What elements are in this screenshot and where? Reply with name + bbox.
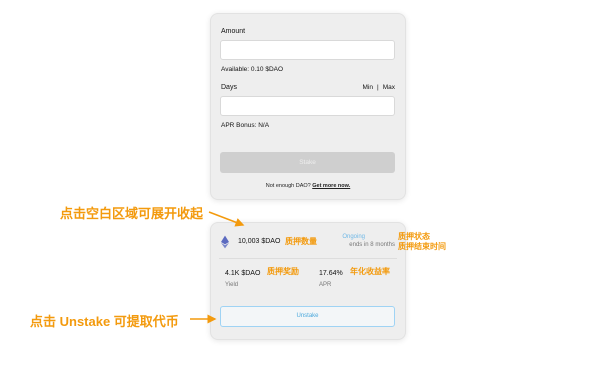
collapse-arrow — [208, 211, 245, 227]
annotation-arrows — [190, 211, 245, 324]
